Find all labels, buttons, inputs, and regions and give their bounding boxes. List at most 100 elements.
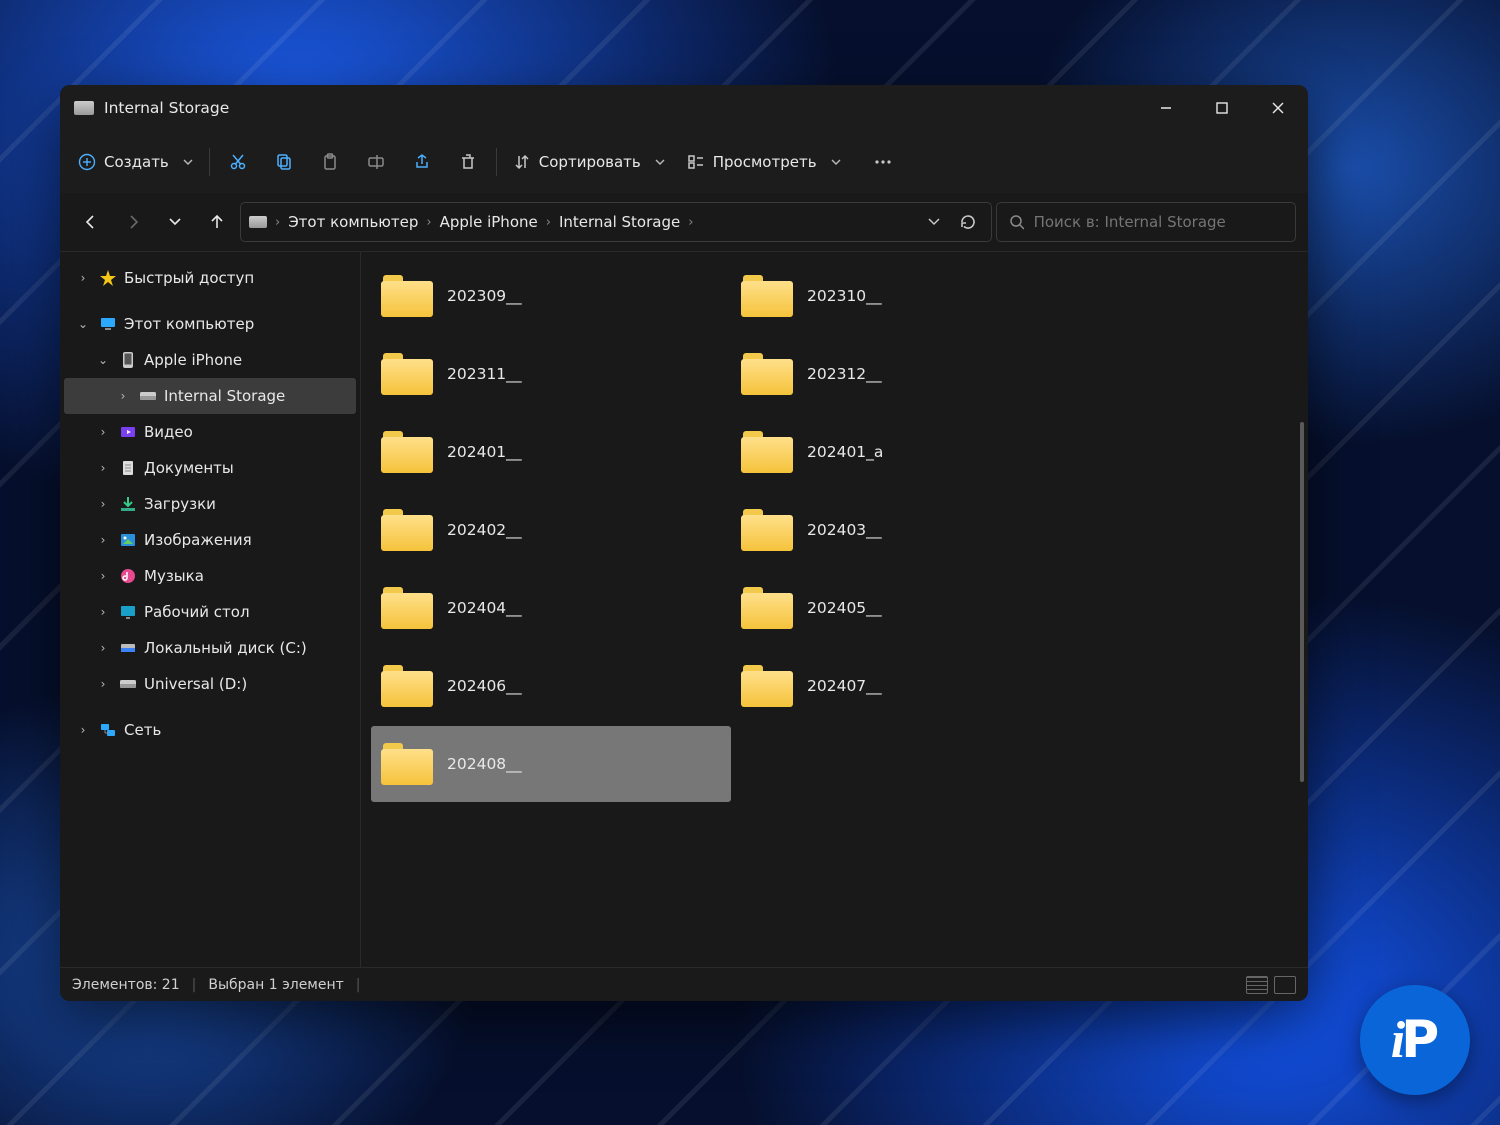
- tree-item[interactable]: ›Музыка: [64, 558, 356, 594]
- folder-item[interactable]: 202404__: [371, 570, 731, 646]
- chevron-down-icon: [655, 157, 665, 167]
- item-count: Элементов: 21: [72, 977, 180, 993]
- cut-button[interactable]: [216, 140, 260, 184]
- folder-item[interactable]: 202310__: [731, 258, 1091, 334]
- clipboard-icon: [320, 152, 340, 172]
- breadcrumb-segment[interactable]: Internal Storage: [559, 213, 680, 231]
- folder-item[interactable]: 202406__: [371, 648, 731, 724]
- expand-icon[interactable]: ›: [74, 271, 92, 285]
- expand-icon[interactable]: ›: [94, 605, 112, 619]
- folder-icon: [381, 275, 433, 317]
- tree-item[interactable]: › Сеть: [64, 712, 356, 748]
- folder-item[interactable]: 202403__: [731, 492, 1091, 568]
- tree-item[interactable]: ›Internal Storage: [64, 378, 356, 414]
- expand-icon[interactable]: ›: [94, 497, 112, 511]
- tree-item[interactable]: ›Видео: [64, 414, 356, 450]
- folder-item[interactable]: 202312__: [731, 336, 1091, 412]
- up-button[interactable]: [198, 203, 236, 241]
- drive-icon: [138, 386, 158, 406]
- sort-button[interactable]: Сортировать: [503, 140, 675, 184]
- tree-item[interactable]: ›Документы: [64, 450, 356, 486]
- tree-item[interactable]: ⌄ Этот компьютер: [64, 306, 356, 342]
- desktop-icon: [118, 602, 138, 622]
- expand-icon[interactable]: ›: [94, 677, 112, 691]
- chevron-down-icon[interactable]: [927, 215, 941, 229]
- more-button[interactable]: [861, 140, 905, 184]
- breadcrumb-segment[interactable]: Этот компьютер: [288, 213, 418, 231]
- folder-item[interactable]: 202408__: [371, 726, 731, 802]
- paste-button[interactable]: [308, 140, 352, 184]
- share-button[interactable]: [400, 140, 444, 184]
- navigation-pane[interactable]: ›Быстрый доступ ⌄ Этот компьютер ⌄ Apple iPh…: [60, 251, 360, 967]
- tree-item[interactable]: ›Быстрый доступ: [64, 260, 356, 296]
- folder-item[interactable]: 202407__: [731, 648, 1091, 724]
- recent-button[interactable]: [156, 203, 194, 241]
- folder-item[interactable]: 202309__: [371, 258, 731, 334]
- maximize-button[interactable]: [1194, 85, 1250, 131]
- chevron-right-icon: ›: [426, 215, 431, 230]
- tree-item[interactable]: › Изображения: [64, 522, 356, 558]
- trash-icon: [458, 152, 478, 172]
- tree-item[interactable]: ›Рабочий стол: [64, 594, 356, 630]
- forward-button[interactable]: [114, 203, 152, 241]
- file-explorer-window: Internal Storage Создать Сортировать Про…: [60, 85, 1308, 1001]
- chevron-right-icon: ›: [688, 215, 693, 230]
- folder-item[interactable]: 202405__: [731, 570, 1091, 646]
- titlebar[interactable]: Internal Storage: [60, 85, 1308, 131]
- rename-icon: [366, 152, 386, 172]
- tree-item-label: Apple iPhone: [144, 351, 242, 369]
- breadcrumb-segment[interactable]: Apple iPhone: [440, 213, 538, 231]
- rename-button[interactable]: [354, 140, 398, 184]
- folder-icon: [741, 509, 793, 551]
- expand-icon[interactable]: ›: [94, 425, 112, 439]
- pc-icon: [98, 314, 118, 334]
- tree-item[interactable]: › Загрузки: [64, 486, 356, 522]
- expand-icon[interactable]: ›: [94, 533, 112, 547]
- folder-item[interactable]: 202401__: [371, 414, 731, 490]
- phone-icon: [118, 350, 138, 370]
- scrollbar[interactable]: [1300, 422, 1304, 782]
- folder-item[interactable]: 202402__: [371, 492, 731, 568]
- expand-icon[interactable]: ›: [74, 723, 92, 737]
- folder-item[interactable]: 202311__: [371, 336, 731, 412]
- tree-item-label: Изображения: [144, 531, 252, 549]
- content-pane[interactable]: 202309__202310__202311__ 202312__ 202401__…: [360, 251, 1308, 967]
- copy-button[interactable]: [262, 140, 306, 184]
- delete-button[interactable]: [446, 140, 490, 184]
- folder-name: 202312__: [807, 365, 882, 383]
- tree-item-label: Локальный диск (C:): [144, 639, 307, 657]
- details-view-button[interactable]: [1246, 976, 1268, 994]
- tree-item-label: Загрузки: [144, 495, 216, 513]
- search-icon: [1009, 214, 1024, 230]
- icons-view-button[interactable]: [1274, 976, 1296, 994]
- drive-icon: [118, 674, 138, 694]
- search-box[interactable]: [996, 202, 1296, 242]
- minimize-button[interactable]: [1138, 85, 1194, 131]
- expand-icon[interactable]: ›: [94, 641, 112, 655]
- search-input[interactable]: [1034, 213, 1283, 231]
- expand-icon[interactable]: ›: [114, 389, 132, 403]
- close-button[interactable]: [1250, 85, 1306, 131]
- view-button[interactable]: Просмотреть: [677, 140, 851, 184]
- expand-icon[interactable]: ›: [94, 461, 112, 475]
- expand-icon[interactable]: ⌄: [94, 353, 112, 367]
- tree-item-label: Этот компьютер: [124, 315, 254, 333]
- refresh-icon[interactable]: [959, 213, 977, 231]
- address-bar[interactable]: › Этот компьютер › Apple iPhone › Intern…: [240, 202, 992, 242]
- expand-icon[interactable]: ›: [94, 569, 112, 583]
- share-icon: [412, 152, 432, 172]
- new-button[interactable]: Создать: [68, 140, 203, 184]
- tree-item-label: Сеть: [124, 721, 161, 739]
- plus-circle-icon: [78, 153, 96, 171]
- tree-item[interactable]: ⌄ Apple iPhone: [64, 342, 356, 378]
- tree-item[interactable]: › Локальный диск (C:): [64, 630, 356, 666]
- tree-item[interactable]: ›Universal (D:): [64, 666, 356, 702]
- chevron-right-icon: ›: [546, 215, 551, 230]
- back-button[interactable]: [72, 203, 110, 241]
- folder-icon: [381, 743, 433, 785]
- folder-item[interactable]: 202401_a: [731, 414, 1091, 490]
- folder-icon: [381, 353, 433, 395]
- chevron-right-icon: ›: [275, 215, 280, 230]
- folder-name: 202404__: [447, 599, 522, 617]
- expand-icon[interactable]: ⌄: [74, 317, 92, 331]
